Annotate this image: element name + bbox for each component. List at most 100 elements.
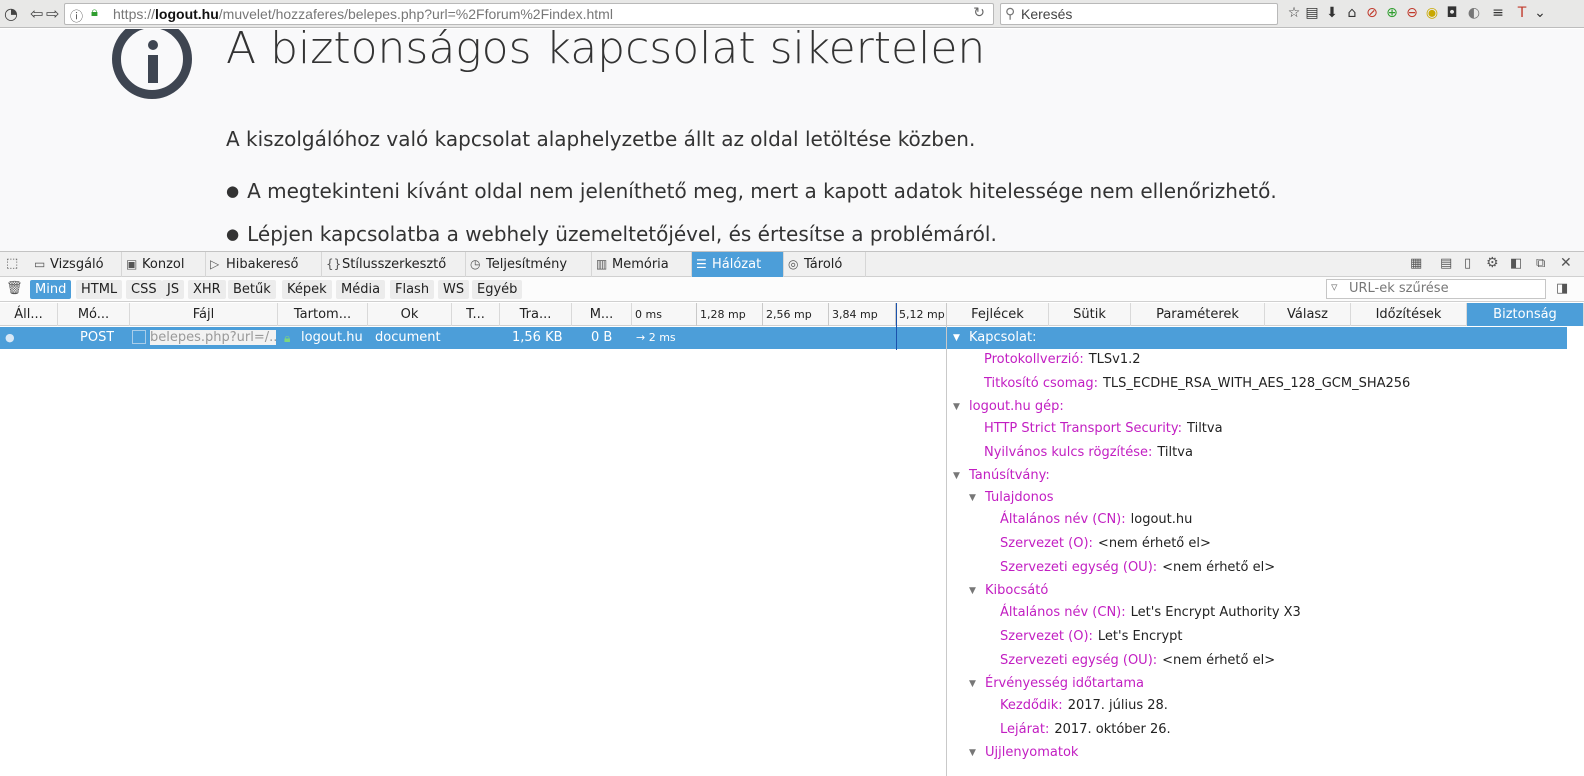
expand-triangle-icon: ▼ bbox=[969, 679, 976, 689]
style-editor-icon: {} bbox=[326, 257, 342, 271]
filter-all[interactable]: Mind bbox=[30, 280, 72, 299]
tab-response[interactable]: Válasz bbox=[1265, 303, 1351, 326]
table-row[interactable]: ● POST belepes.php?url=/... 🔒︎ logout.hu… bbox=[0, 327, 946, 349]
tree-node-connection[interactable]: ▼ Kapcsolat: bbox=[947, 327, 1567, 349]
tree-item: HTTP Strict Transport Security: Tiltva bbox=[984, 421, 1223, 436]
zoom-out-icon[interactable]: ⊖ bbox=[1404, 5, 1420, 21]
filter-fonts[interactable]: Betűk bbox=[228, 280, 276, 299]
filter-xhr[interactable]: XHR bbox=[188, 280, 226, 299]
inspector-icon: ▭ bbox=[34, 257, 46, 271]
tab-memory[interactable]: ▥ Memória bbox=[592, 252, 692, 277]
tab-cookies[interactable]: Sütik bbox=[1049, 303, 1131, 326]
settings-gear-icon[interactable]: ⚙ bbox=[1486, 255, 1499, 271]
security-panel: ▼ Kapcsolat: Protokollverzió: TLSv1.2 Titk… bbox=[947, 326, 1584, 776]
responsive-icon[interactable]: ▯ bbox=[1464, 256, 1471, 271]
zoom-in-icon[interactable]: ⊕ bbox=[1384, 5, 1400, 21]
url-text: https://logout.hu/muvelet/hozzaferes/bel… bbox=[113, 6, 613, 22]
column-method[interactable]: Mó... bbox=[58, 303, 130, 326]
tree-item: Szervezeti egység (OU): <nem érhető el> bbox=[1000, 560, 1276, 575]
tab-security[interactable]: Biztonság bbox=[1467, 303, 1584, 326]
tree-item: Kezdődik: 2017. július 28. bbox=[1000, 698, 1168, 713]
element-picker-icon[interactable]: ⬚ bbox=[6, 256, 18, 271]
tab-params[interactable]: Paraméterek bbox=[1131, 303, 1265, 326]
tree-node-owner[interactable]: ▼ Tulajdonos bbox=[969, 487, 1054, 509]
expand-triangle-icon: ▼ bbox=[953, 333, 960, 343]
home-icon[interactable]: ⌂ bbox=[1344, 5, 1360, 21]
tree-node-certificate[interactable]: ▼ Tanúsítvány: bbox=[953, 465, 1050, 487]
download-icon[interactable]: ⬇ bbox=[1324, 5, 1340, 21]
column-file[interactable]: Fájl bbox=[130, 303, 278, 326]
request-file: belepes.php?url=/... bbox=[150, 327, 276, 349]
request-size: 0 B bbox=[591, 330, 613, 345]
history-icon[interactable]: ◔ bbox=[4, 4, 18, 23]
frame-select-icon[interactable]: ▦ bbox=[1410, 256, 1422, 271]
filter-html[interactable]: HTML bbox=[76, 280, 123, 299]
browser-toolbar: ◔ ⇦ ⇨ ⓘ 🔒︎ https://logout.hu/muvelet/hoz… bbox=[0, 0, 1584, 28]
column-size[interactable]: M... bbox=[572, 303, 632, 326]
tab-debugger[interactable]: ▷ Hibakereső bbox=[206, 252, 322, 277]
dock-side-icon[interactable]: ◧ bbox=[1510, 256, 1522, 271]
tab-performance[interactable]: ◷ Teljesítmény bbox=[466, 252, 592, 277]
tab-headers[interactable]: Fejlécek bbox=[947, 303, 1049, 326]
undock-icon[interactable]: ⧉ bbox=[1536, 256, 1545, 271]
filter-images[interactable]: Képek bbox=[282, 280, 332, 299]
back-icon[interactable]: ⇦ bbox=[30, 4, 43, 23]
ublock-icon[interactable]: ◐ bbox=[1466, 5, 1482, 21]
tab-console[interactable]: ▣ Konzol bbox=[122, 252, 206, 277]
console-icon: ▣ bbox=[126, 257, 138, 271]
lock-icon[interactable]: 🔒︎ bbox=[91, 5, 98, 20]
filter-ws[interactable]: WS bbox=[438, 280, 470, 299]
column-transferred[interactable]: Tra... bbox=[500, 303, 572, 326]
block-icon[interactable]: ⊘ bbox=[1364, 5, 1380, 21]
overflow-icon[interactable]: ⌄ bbox=[1532, 5, 1548, 21]
clear-trash-icon[interactable]: 🗑︎ bbox=[6, 281, 23, 296]
url-bar[interactable]: ⓘ 🔒︎ https://logout.hu/muvelet/hozzafere… bbox=[64, 3, 994, 25]
info-icon[interactable]: ⓘ bbox=[70, 6, 83, 25]
request-method: POST bbox=[80, 330, 115, 345]
tab-style-editor[interactable]: {} Stílusszerkesztő bbox=[322, 252, 466, 277]
column-status[interactable]: Áll... bbox=[0, 303, 58, 326]
timeline-marker bbox=[896, 303, 897, 350]
url-filter-input[interactable]: ▿ URL-ek szűrése bbox=[1326, 279, 1546, 299]
tab-inspector[interactable]: ▭ Vizsgáló bbox=[30, 252, 122, 277]
expand-triangle-icon: ▼ bbox=[969, 493, 976, 503]
tab-timings[interactable]: Időzítések bbox=[1351, 303, 1467, 326]
error-page: A biztonságos kapcsolat sikertelen A kis… bbox=[0, 29, 1584, 251]
tree-item: Szervezet (O): <nem érhető el> bbox=[1000, 536, 1211, 551]
close-devtools-icon[interactable]: ✕ bbox=[1560, 255, 1572, 271]
pocket-icon[interactable]: ◘ bbox=[1444, 5, 1460, 21]
menu-icon[interactable]: ≡ bbox=[1490, 5, 1506, 21]
filter-flash[interactable]: Flash bbox=[390, 280, 435, 299]
tree-node-validity[interactable]: ▼ Érvényesség időtartama bbox=[969, 673, 1144, 695]
column-cause[interactable]: Ok bbox=[368, 303, 452, 326]
column-type[interactable]: T... bbox=[452, 303, 500, 326]
tree-item: Protokollverzió: TLSv1.2 bbox=[984, 352, 1141, 367]
forward-icon[interactable]: ⇨ bbox=[46, 4, 59, 23]
details-tabs: Fejlécek Sütik Paraméterek Válasz Időzít… bbox=[947, 303, 1584, 326]
bookmarks-list-icon[interactable]: ▤ bbox=[1304, 5, 1320, 21]
debugger-icon: ▷ bbox=[210, 257, 220, 271]
tree-node-fingerprints[interactable]: ▼ Ujjlenyomatok bbox=[969, 742, 1078, 764]
devtools-toolbar: ⬚ ▭ Vizsgáló ▣ Konzol ▷ Hibakereső {} Stílus… bbox=[0, 251, 1584, 277]
filter-media[interactable]: Média bbox=[336, 280, 386, 299]
reset-zoom-icon[interactable]: ◉ bbox=[1424, 5, 1440, 21]
bookmark-star-icon[interactable]: ☆ bbox=[1286, 5, 1302, 21]
error-bullet: A megtekinteni kívánt oldal nem jeleníth… bbox=[226, 179, 1277, 203]
filter-other[interactable]: Egyéb bbox=[472, 280, 523, 299]
tree-style-tab-icon[interactable]: T bbox=[1514, 5, 1530, 21]
column-domain[interactable]: Tartom... bbox=[278, 303, 368, 326]
scratchpad-icon[interactable]: ▤ bbox=[1440, 256, 1452, 271]
tree-node-host[interactable]: ▼ logout.hu gép: bbox=[953, 396, 1064, 418]
request-cause: document bbox=[375, 330, 441, 345]
filter-css[interactable]: CSS bbox=[126, 280, 162, 299]
tree-node-issuer[interactable]: ▼ Kibocsátó bbox=[969, 580, 1048, 602]
toggle-sidebar-icon[interactable]: ◨ bbox=[1556, 281, 1568, 296]
reload-icon[interactable]: ↻ bbox=[973, 5, 985, 21]
filter-js[interactable]: JS bbox=[162, 280, 185, 299]
expand-triangle-icon: ▼ bbox=[953, 471, 960, 481]
performance-icon: ◷ bbox=[470, 257, 481, 271]
search-bar[interactable]: ⚲ Keresés bbox=[1000, 3, 1278, 25]
tab-storage[interactable]: ◎ Tároló bbox=[784, 252, 866, 277]
tab-network[interactable]: ☰ Hálózat bbox=[692, 252, 784, 277]
request-table-header: Áll... Mó... Fájl Tartom... Ok T... Tra.… bbox=[0, 303, 946, 326]
